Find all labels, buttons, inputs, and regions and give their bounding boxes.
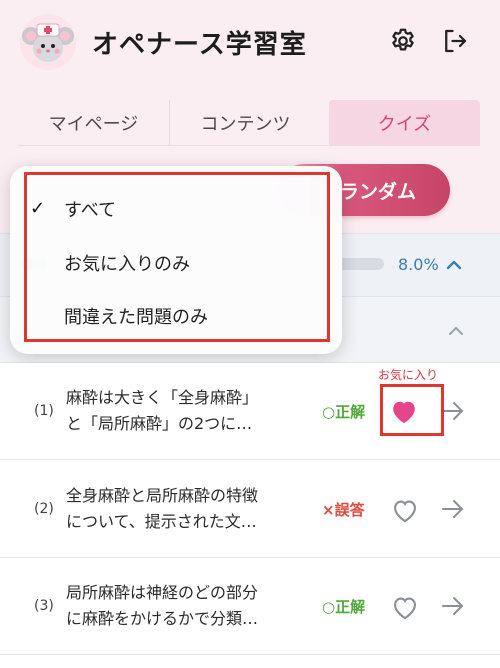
question-text-line2: に麻酔をかけるかで分類… (66, 609, 259, 628)
status-badge: ○正解 (322, 403, 366, 421)
open-arrow-icon[interactable] (440, 498, 466, 520)
settings-button[interactable] (388, 26, 418, 56)
tab-mypage[interactable]: マイページ (18, 100, 169, 145)
question-text-line1: 麻酔は大きく「全身麻酔」 (66, 388, 259, 407)
favorite-annotation-label: お気に入り (378, 368, 439, 382)
question-number: (3) (34, 598, 54, 614)
logout-button[interactable] (440, 26, 470, 56)
tab-contents[interactable]: コンテンツ (169, 100, 321, 145)
status-badge: ○正解 (322, 598, 366, 616)
filter-option-mistakes[interactable]: 間違えた問題のみ (64, 303, 208, 329)
question-row-2[interactable]: (2) 全身麻酔と局所麻酔の特徴 について、提示された文… ×誤答 (0, 461, 500, 558)
question-text-line1: 全身麻酔と局所麻酔の特徴 (66, 486, 259, 505)
open-arrow-icon[interactable] (440, 595, 466, 617)
filter-option-favorites[interactable]: お気に入りのみ (64, 250, 190, 276)
nurse-mouse-avatar-icon (20, 14, 76, 70)
question-number: (2) (34, 501, 54, 517)
question-row-3[interactable]: (3) 局所麻酔は神経のどの部分 に麻酔をかけるかで分類… ○正解 (0, 558, 500, 655)
collapse-chevron-icon[interactable] (446, 258, 462, 270)
gear-icon (392, 28, 414, 51)
question-text-line2: について、提示された文… (66, 512, 257, 531)
question-text-line2: と「局所麻酔」の2つに… (66, 414, 253, 433)
progress-percent: 8.0% (398, 255, 439, 274)
tab-quiz[interactable]: クイズ (329, 100, 480, 145)
avatar (20, 14, 76, 70)
selected-check-icon: ✓ (30, 198, 46, 219)
logout-icon (445, 29, 467, 53)
question-text-line1: 局所麻酔は神経のどの部分 (66, 583, 259, 602)
favorite-highlight-box (380, 384, 444, 436)
status-badge: ×誤答 (322, 501, 365, 519)
favorite-heart-outline-icon[interactable] (391, 594, 419, 620)
main-tabs: マイページ コンテンツ クイズ (18, 100, 480, 146)
filter-option-all[interactable]: すべて (64, 196, 116, 222)
app-title: オペナース学習室 (92, 30, 307, 60)
question-number: (1) (34, 403, 54, 419)
favorite-heart-outline-icon[interactable] (391, 497, 419, 523)
section-chevron-icon[interactable] (448, 324, 464, 336)
